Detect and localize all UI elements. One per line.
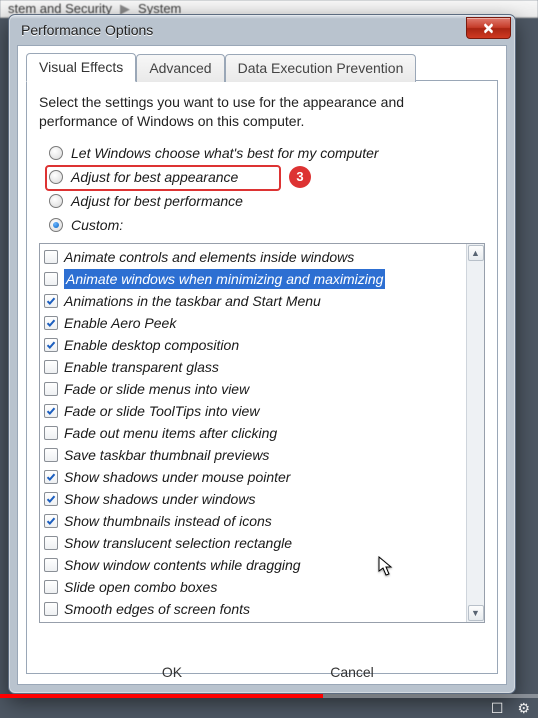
checkbox[interactable] bbox=[44, 382, 58, 396]
checkbox[interactable] bbox=[44, 404, 58, 418]
checkbox[interactable] bbox=[44, 448, 58, 462]
list-content: Animate controls and elements inside win… bbox=[40, 244, 466, 622]
list-item[interactable]: Smooth edges of screen fonts bbox=[42, 598, 464, 620]
list-item-label: Fade out menu items after clicking bbox=[64, 423, 277, 443]
annotation-badge: 3 bbox=[289, 166, 311, 188]
list-item[interactable]: Smooth-scroll list boxes bbox=[42, 620, 464, 622]
video-played bbox=[0, 694, 323, 698]
list-item[interactable]: Show thumbnails instead of icons bbox=[42, 510, 464, 532]
tab-dep[interactable]: Data Execution Prevention bbox=[225, 54, 417, 82]
list-item[interactable]: Show translucent selection rectangle bbox=[42, 532, 464, 554]
list-item[interactable]: Fade or slide menus into view bbox=[42, 378, 464, 400]
dialog-window: Performance Options ✕ Visual Effects Adv… bbox=[8, 14, 516, 694]
list-item-label: Smooth-scroll list boxes bbox=[64, 621, 212, 622]
tab-panel-visual-effects: Select the settings you want to use for … bbox=[26, 80, 498, 674]
list-item-label: Enable Aero Peek bbox=[64, 313, 176, 333]
radio-icon bbox=[49, 146, 63, 160]
close-icon: ✕ bbox=[483, 20, 495, 37]
ok-button[interactable]: OK bbox=[127, 664, 217, 684]
list-item-label: Fade or slide menus into view bbox=[64, 379, 249, 399]
list-item-label: Animate controls and elements inside win… bbox=[64, 247, 354, 267]
radio-icon bbox=[49, 194, 63, 208]
list-item[interactable]: Show shadows under mouse pointer bbox=[42, 466, 464, 488]
list-item-label: Slide open combo boxes bbox=[64, 577, 217, 597]
radio-label: Adjust for best performance bbox=[71, 193, 243, 209]
video-progress-bar[interactable] bbox=[0, 694, 538, 698]
list-item[interactable]: Save taskbar thumbnail previews bbox=[42, 444, 464, 466]
effects-listbox[interactable]: Animate controls and elements inside win… bbox=[39, 243, 485, 623]
tab-advanced[interactable]: Advanced bbox=[136, 54, 224, 82]
scroll-up-button[interactable]: ▲ bbox=[468, 245, 484, 261]
checkbox[interactable] bbox=[44, 272, 58, 286]
titlebar[interactable]: Performance Options ✕ bbox=[9, 15, 515, 45]
radio-icon bbox=[49, 218, 63, 232]
scroll-down-button[interactable]: ▼ bbox=[468, 605, 484, 621]
checkbox[interactable] bbox=[44, 426, 58, 440]
checkbox[interactable] bbox=[44, 492, 58, 506]
settings-icon[interactable]: ⚙ bbox=[517, 700, 530, 717]
checkbox[interactable] bbox=[44, 360, 58, 374]
list-item-label: Animations in the taskbar and Start Menu bbox=[64, 291, 321, 311]
radio-label: Let Windows choose what's best for my co… bbox=[71, 145, 379, 161]
checkbox[interactable] bbox=[44, 294, 58, 308]
list-item-label: Fade or slide ToolTips into view bbox=[64, 401, 259, 421]
list-item[interactable]: Show window contents while dragging bbox=[42, 554, 464, 576]
radio-best-performance[interactable]: Adjust for best performance bbox=[49, 193, 485, 209]
subtitles-icon[interactable]: ☐ bbox=[491, 700, 504, 717]
list-item-label: Show shadows under windows bbox=[64, 489, 255, 509]
video-controls: ☐ ⚙ bbox=[491, 698, 530, 718]
list-item-label: Animate windows when minimizing and maxi… bbox=[64, 269, 385, 289]
checkbox[interactable] bbox=[44, 602, 58, 616]
list-item[interactable]: Enable transparent glass bbox=[42, 356, 464, 378]
tab-strip: Visual Effects Advanced Data Execution P… bbox=[26, 52, 498, 81]
checkbox[interactable] bbox=[44, 558, 58, 572]
list-item[interactable]: Animate windows when minimizing and maxi… bbox=[42, 268, 464, 290]
list-item[interactable]: Enable Aero Peek bbox=[42, 312, 464, 334]
radio-best-appearance[interactable]: 3 Adjust for best appearance bbox=[49, 169, 485, 185]
checkbox[interactable] bbox=[44, 250, 58, 264]
list-item[interactable]: Fade or slide ToolTips into view bbox=[42, 400, 464, 422]
checkbox[interactable] bbox=[44, 316, 58, 330]
window-title: Performance Options bbox=[21, 22, 466, 38]
list-item-label: Show thumbnails instead of icons bbox=[64, 511, 272, 531]
list-item[interactable]: Enable desktop composition bbox=[42, 334, 464, 356]
list-item-label: Show shadows under mouse pointer bbox=[64, 467, 290, 487]
checkbox[interactable] bbox=[44, 536, 58, 550]
radio-let-windows-choose[interactable]: Let Windows choose what's best for my co… bbox=[49, 145, 485, 161]
list-item-label: Smooth edges of screen fonts bbox=[64, 599, 250, 619]
cancel-button[interactable]: Cancel bbox=[307, 664, 397, 684]
radio-icon bbox=[49, 170, 63, 184]
list-item-label: Show translucent selection rectangle bbox=[64, 533, 292, 553]
radio-group: Let Windows choose what's best for my co… bbox=[49, 145, 485, 233]
radio-label: Custom: bbox=[71, 217, 123, 233]
radio-custom[interactable]: Custom: bbox=[49, 217, 485, 233]
checkbox[interactable] bbox=[44, 514, 58, 528]
list-item-label: Show window contents while dragging bbox=[64, 555, 301, 575]
scrollbar[interactable]: ▲ ▼ bbox=[466, 244, 484, 622]
radio-label: Adjust for best appearance bbox=[71, 169, 238, 185]
checkbox[interactable] bbox=[44, 470, 58, 484]
list-item[interactable]: Show shadows under windows bbox=[42, 488, 464, 510]
list-item[interactable]: Fade out menu items after clicking bbox=[42, 422, 464, 444]
list-item-label: Enable desktop composition bbox=[64, 335, 239, 355]
checkbox[interactable] bbox=[44, 338, 58, 352]
list-item[interactable]: Animate controls and elements inside win… bbox=[42, 246, 464, 268]
list-item[interactable]: Slide open combo boxes bbox=[42, 576, 464, 598]
client-area: Visual Effects Advanced Data Execution P… bbox=[17, 45, 507, 685]
dialog-buttons: OK Cancel bbox=[18, 664, 506, 684]
close-button[interactable]: ✕ bbox=[466, 17, 511, 39]
description-text: Select the settings you want to use for … bbox=[39, 93, 485, 131]
list-item-label: Enable transparent glass bbox=[64, 357, 219, 377]
list-item[interactable]: Animations in the taskbar and Start Menu bbox=[42, 290, 464, 312]
checkbox[interactable] bbox=[44, 580, 58, 594]
list-item-label: Save taskbar thumbnail previews bbox=[64, 445, 269, 465]
tab-visual-effects[interactable]: Visual Effects bbox=[26, 53, 136, 82]
